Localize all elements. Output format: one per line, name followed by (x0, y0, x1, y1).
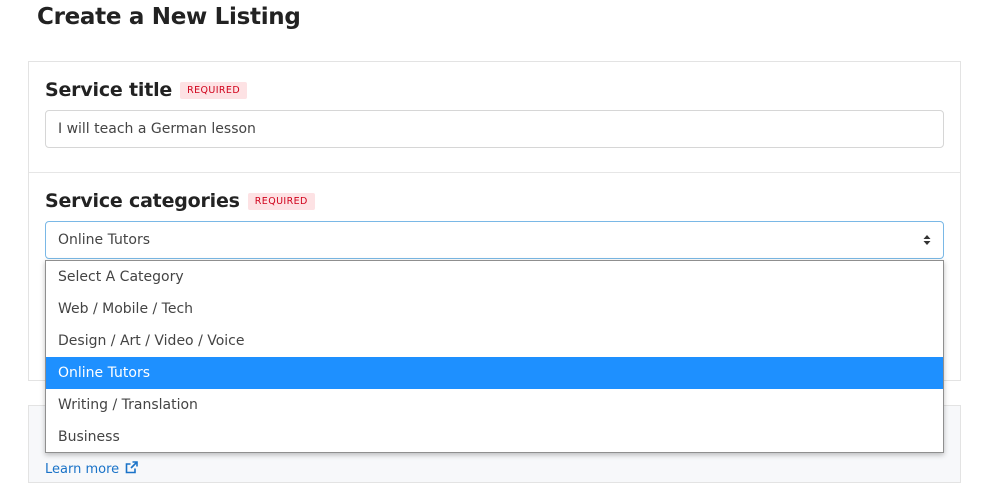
dropdown-option[interactable]: Select A Category (46, 261, 943, 293)
service-categories-select[interactable]: Online Tutors (45, 221, 944, 259)
section-divider (29, 172, 960, 173)
dropdown-option[interactable]: Web / Mobile / Tech (46, 293, 943, 325)
page: Create a New Listing Service title REQUI… (0, 0, 988, 483)
sort-arrows-icon (923, 234, 931, 246)
learn-more-label: Learn more (45, 462, 120, 477)
service-categories-label: Service categories (45, 190, 240, 212)
external-link-icon (125, 461, 138, 478)
dropdown-option[interactable]: Design / Art / Video / Voice (46, 325, 943, 357)
required-badge: REQUIRED (247, 192, 315, 210)
learn-more-link[interactable]: Learn more (45, 461, 138, 478)
service-title-input[interactable] (45, 110, 944, 148)
required-badge: REQUIRED (180, 81, 248, 99)
dropdown-option[interactable]: Business (46, 421, 943, 453)
category-dropdown-list: Select A Category Web / Mobile / Tech De… (45, 260, 944, 453)
page-title: Create a New Listing (37, 4, 301, 30)
dropdown-option[interactable]: Writing / Translation (46, 389, 943, 421)
select-value: Online Tutors (58, 232, 151, 248)
service-categories-label-row: Service categories REQUIRED (45, 190, 315, 212)
dropdown-option-selected[interactable]: Online Tutors (46, 357, 943, 389)
service-title-label-row: Service title REQUIRED (45, 79, 248, 101)
service-title-label: Service title (45, 79, 173, 101)
